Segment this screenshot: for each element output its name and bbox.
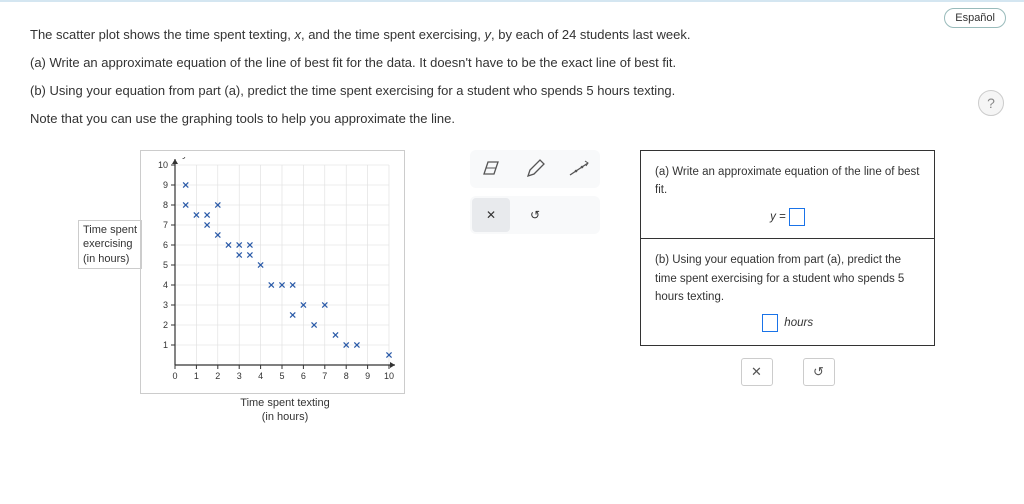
intro-text: , by each of 24 students last week. bbox=[491, 27, 690, 42]
svg-text:3: 3 bbox=[163, 300, 168, 310]
cancel-tool[interactable]: ✕ bbox=[472, 198, 510, 232]
scatter-plot-area: Time spent exercising (in hours) 0 1 2 3 4 5 6… bbox=[30, 150, 430, 425]
language-button[interactable]: Español bbox=[944, 8, 1006, 28]
svg-text:3: 3 bbox=[237, 371, 242, 381]
part-b-prompt: (b) Using your equation from part (a), p… bbox=[655, 251, 920, 306]
svg-text:5: 5 bbox=[279, 371, 284, 381]
svg-text:4: 4 bbox=[163, 280, 168, 290]
svg-text:9: 9 bbox=[365, 371, 370, 381]
svg-text:8: 8 bbox=[163, 200, 168, 210]
svg-text:4: 4 bbox=[258, 371, 263, 381]
equation-input[interactable] bbox=[789, 208, 805, 226]
intro-text: , and the time spent exercising, bbox=[301, 27, 485, 42]
reset-icon: ↺ bbox=[813, 364, 824, 380]
note-text: Note that you can use the graphing tools… bbox=[30, 106, 994, 132]
part-a-prompt: (a) Write an approximate equation of the… bbox=[655, 163, 920, 200]
svg-text:9: 9 bbox=[163, 180, 168, 190]
svg-text:10: 10 bbox=[158, 160, 168, 170]
svg-text:1: 1 bbox=[194, 371, 199, 381]
svg-text:1: 1 bbox=[163, 340, 168, 350]
svg-text:0: 0 bbox=[172, 371, 177, 381]
svg-text:2: 2 bbox=[163, 320, 168, 330]
line-tool[interactable] bbox=[560, 152, 598, 186]
svg-text:7: 7 bbox=[322, 371, 327, 381]
scatter-chart[interactable]: 0 1 2 3 4 5 6 7 8 9 10 1 2 3 4 5 6 7 8 9 10 y bbox=[147, 157, 397, 387]
y-axis-label-line: (in hours) bbox=[83, 252, 137, 266]
svg-text:6: 6 bbox=[301, 371, 306, 381]
x-icon: ✕ bbox=[751, 364, 762, 380]
problem-intro: The scatter plot shows the time spent te… bbox=[30, 22, 994, 132]
reset-answer-button[interactable]: ↺ bbox=[803, 358, 835, 386]
x-axis-label-line: (in hours) bbox=[140, 410, 430, 424]
reset-tool[interactable]: ↺ bbox=[516, 198, 554, 232]
svg-text:7: 7 bbox=[163, 220, 168, 230]
pencil-tool[interactable] bbox=[516, 152, 554, 186]
clear-answer-button[interactable]: ✕ bbox=[741, 358, 773, 386]
y-axis-label: Time spent exercising (in hours) bbox=[78, 220, 142, 269]
y-axis-label-line: exercising bbox=[83, 237, 137, 251]
svg-text:2: 2 bbox=[215, 371, 220, 381]
svg-text:10: 10 bbox=[384, 371, 394, 381]
x-axis-label-line: Time spent texting bbox=[140, 396, 430, 410]
y-equals-label: y = bbox=[770, 211, 786, 223]
answer-panel: (a) Write an approximate equation of the… bbox=[640, 150, 935, 346]
x-icon: ✕ bbox=[486, 208, 496, 222]
intro-text: The scatter plot shows the time spent te… bbox=[30, 27, 294, 42]
reset-icon: ↺ bbox=[530, 208, 540, 222]
y-axis-label-line: Time spent bbox=[83, 223, 137, 237]
help-button[interactable]: ? bbox=[978, 90, 1004, 116]
hours-label: hours bbox=[784, 317, 813, 329]
eraser-tool[interactable] bbox=[472, 152, 510, 186]
svg-text:5: 5 bbox=[163, 260, 168, 270]
svg-text:8: 8 bbox=[344, 371, 349, 381]
svg-text:6: 6 bbox=[163, 240, 168, 250]
graphing-tools: ✕ ↺ bbox=[470, 150, 600, 234]
part-b-text: (b) Using your equation from part (a), p… bbox=[30, 78, 994, 104]
hours-input[interactable] bbox=[762, 314, 778, 332]
svg-text:y: y bbox=[182, 157, 189, 160]
part-a-text: (a) Write an approximate equation of the… bbox=[30, 50, 994, 76]
x-axis-label: Time spent texting (in hours) bbox=[140, 396, 430, 425]
